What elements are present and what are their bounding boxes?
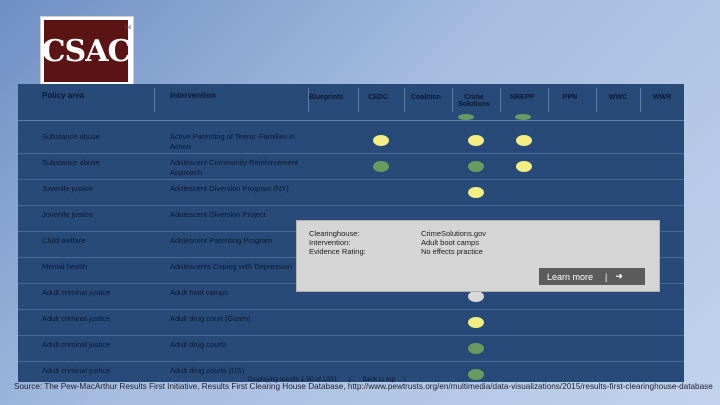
header-wwc[interactable]: WWC (596, 94, 640, 101)
rating-dot[interactable] (468, 317, 484, 328)
table-row[interactable]: Adult criminal justice Adult drug courts (18, 336, 684, 362)
rating-dot[interactable] (468, 135, 484, 146)
arrow-right-icon: ➜ (615, 271, 623, 281)
rating-dot[interactable] (516, 135, 532, 146)
header-wwr[interactable]: WWR (640, 94, 684, 101)
table-header: Policy area Intervention Blueprints CEDC… (18, 84, 684, 121)
csac-logo-mark: CSAC (42, 20, 131, 82)
policy-area-cell: Juvenile justice (42, 184, 93, 193)
rating-dot[interactable] (468, 291, 484, 302)
popup-label-intervention: Intervention: (309, 238, 351, 247)
trademark-mark: TM (123, 25, 131, 31)
rating-dot[interactable] (458, 114, 474, 120)
header-coalition[interactable]: Coalition (404, 94, 448, 101)
header-intervention[interactable]: Intervention (170, 91, 216, 100)
policy-area-cell: Adult criminal justice (42, 314, 111, 323)
rating-dot[interactable] (373, 161, 389, 172)
popup-label-evidence-rating: Evidence Rating: (309, 247, 366, 256)
header-policy-area[interactable]: Policy area (42, 91, 84, 100)
intervention-cell[interactable]: Adult boot camps (170, 288, 310, 298)
policy-area-cell: Mental health (42, 262, 88, 271)
table-row[interactable]: Juvenile justice Adolescent Diversion Pr… (18, 180, 684, 206)
header-divider (154, 88, 155, 112)
policy-area-cell: Juvenile justice (42, 210, 93, 219)
intervention-cell[interactable]: Adolescent Diversion Project (170, 210, 310, 220)
csac-logo: CSAC TM (40, 16, 134, 88)
intervention-cell[interactable]: Adolescent Parenting Program (170, 236, 310, 246)
intervention-cell[interactable]: Adolescent Community Reinforcement Appro… (170, 158, 310, 178)
rating-detail-popup: Clearinghouse: Intervention: Evidence Ra… (296, 220, 660, 292)
popup-value-evidence-rating: No effects practice (421, 247, 483, 256)
policy-area-cell: Substance abuse (42, 132, 100, 141)
popup-value-intervention: Adult boot camps (421, 238, 479, 247)
rating-dot[interactable] (468, 187, 484, 198)
header-cedc[interactable]: CEDC (356, 94, 400, 101)
rating-dot[interactable] (468, 161, 484, 172)
rating-dot[interactable] (468, 343, 484, 354)
intervention-cell[interactable]: Active Parenting of Teens: Families in A… (170, 132, 310, 152)
button-separator: | (605, 271, 608, 282)
header-ppn[interactable]: PPN (548, 94, 592, 101)
policy-area-cell: Child welfare (42, 236, 86, 245)
popup-label-clearinghouse: Clearinghouse: (309, 229, 360, 238)
table-row[interactable]: Adult criminal justice Adult drug court … (18, 310, 684, 336)
rating-dot[interactable] (515, 114, 531, 120)
header-blueprints[interactable]: Blueprints (304, 94, 348, 101)
table-row[interactable]: Substance abuse Active Parenting of Teen… (18, 128, 684, 154)
learn-more-label: Learn more (547, 271, 594, 282)
policy-area-cell: Adult criminal justice (42, 366, 111, 375)
rating-dot[interactable] (516, 161, 532, 172)
popup-value-clearinghouse: CrimeSolutions.gov (421, 229, 487, 238)
policy-area-cell: Adult criminal justice (42, 288, 111, 297)
intervention-cell[interactable]: Adult drug courts (US) (170, 366, 310, 376)
policy-area-cell: Adult criminal justice (42, 340, 111, 349)
intervention-cell[interactable]: Adolescent Diversion Program (NY) (170, 184, 310, 194)
rating-dot[interactable] (468, 369, 484, 380)
table-row[interactable]: Substance abuse Adolescent Community Rei… (18, 154, 684, 180)
source-citation: Source: The Pew-MacArthur Results First … (14, 382, 713, 391)
intervention-cell[interactable]: Adolescents Coping with Depression (170, 262, 310, 272)
policy-area-cell: Substance abuse (42, 158, 100, 167)
rating-dot[interactable] (373, 135, 389, 146)
intervention-cell[interactable]: Adult drug courts (170, 340, 310, 350)
intervention-cell[interactable]: Adult drug court (Guam) (170, 314, 310, 324)
header-nrepp[interactable]: NREPP (500, 94, 544, 101)
learn-more-button[interactable]: Learn more | ➜ (539, 268, 645, 285)
header-crime-solutions[interactable]: Crime Solutions (452, 94, 496, 108)
